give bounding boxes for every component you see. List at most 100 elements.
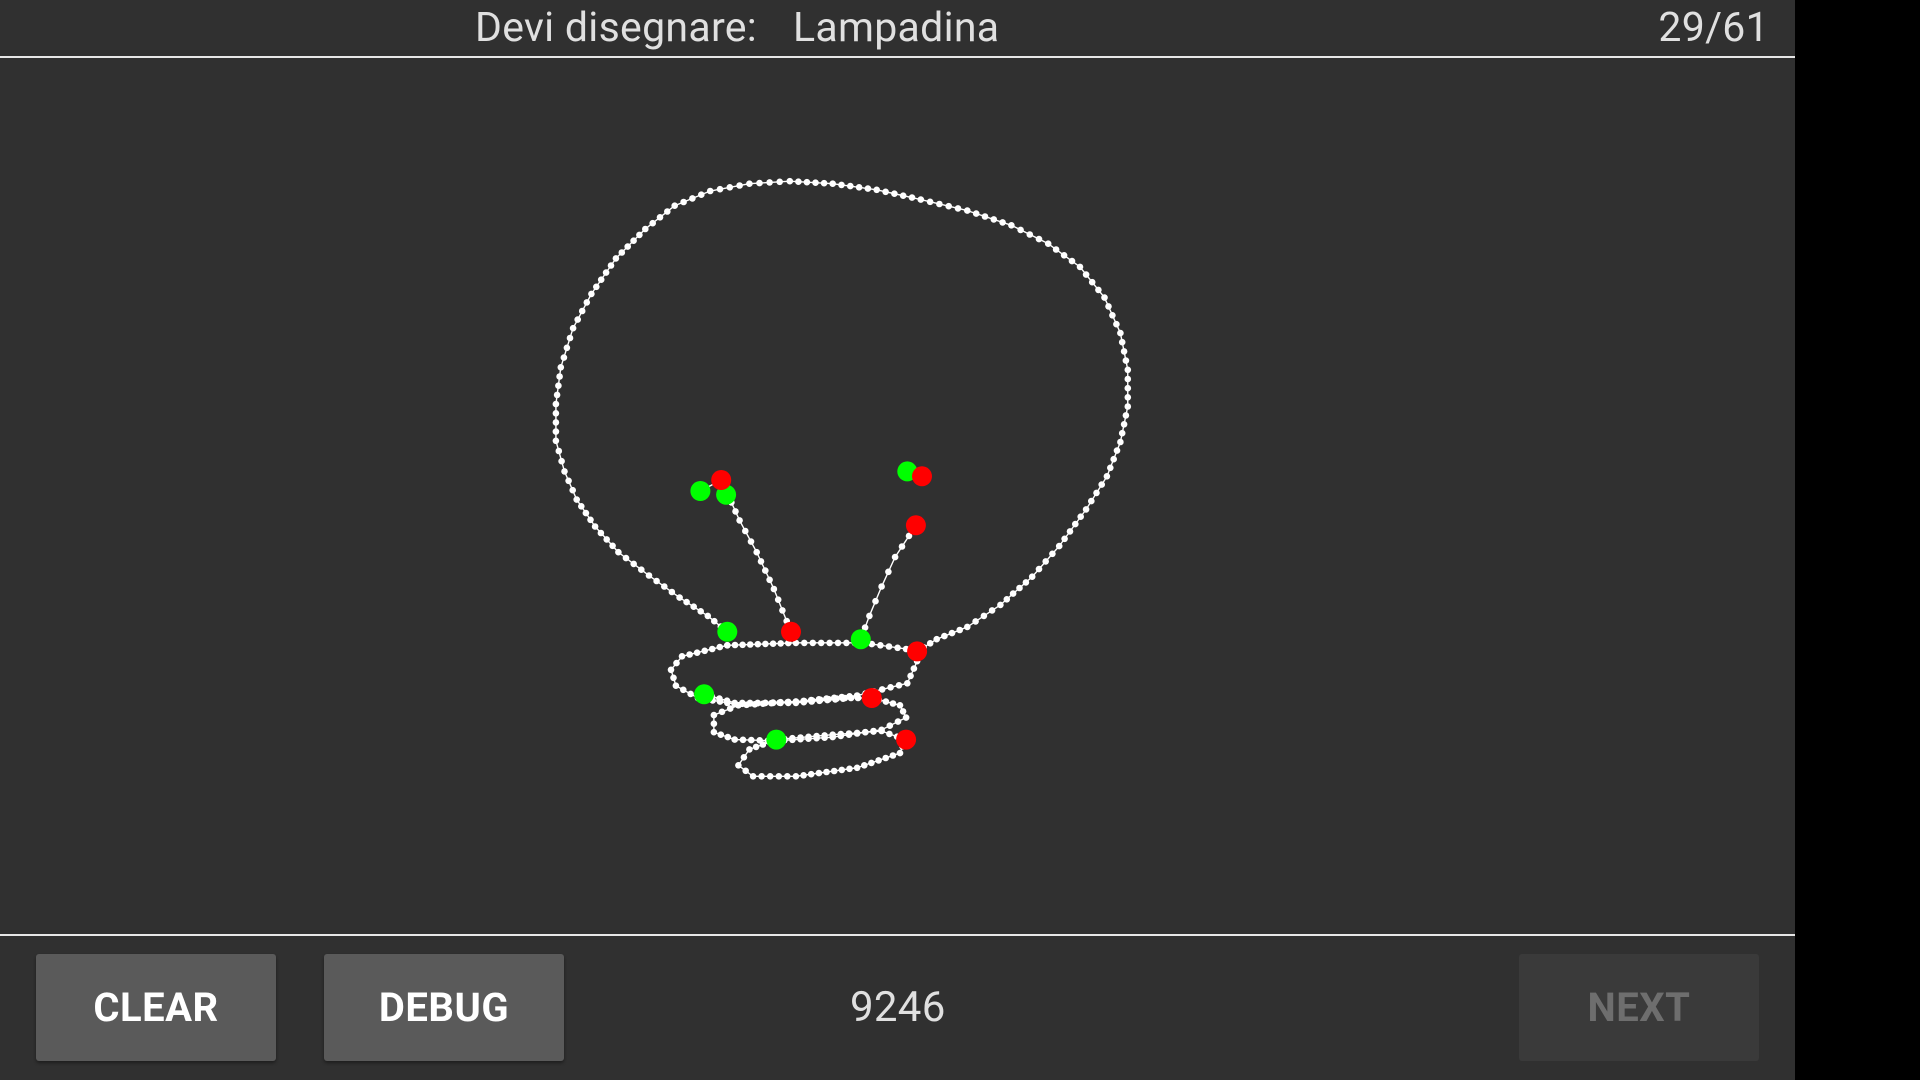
stroke-point bbox=[683, 598, 690, 606]
stroke-point bbox=[670, 674, 677, 682]
stroke-point bbox=[756, 179, 763, 187]
stroke-line bbox=[555, 180, 1129, 653]
stroke-point bbox=[1076, 263, 1084, 271]
stroke-point bbox=[603, 536, 610, 543]
stroke-point bbox=[899, 192, 907, 199]
stroke-point bbox=[753, 548, 760, 556]
stroke-point bbox=[693, 649, 701, 656]
stroke-point bbox=[717, 731, 725, 738]
stroke-point bbox=[1049, 550, 1056, 558]
next-button[interactable]: NEXT bbox=[1519, 954, 1759, 1061]
stroke-point bbox=[557, 364, 565, 371]
stroke-point bbox=[1044, 240, 1052, 247]
stroke-point bbox=[642, 225, 649, 233]
stroke-path bbox=[735, 727, 909, 780]
stroke-line bbox=[860, 524, 917, 640]
bottom-divider bbox=[0, 934, 1795, 936]
stroke-point bbox=[877, 642, 884, 649]
stroke-point bbox=[933, 635, 940, 643]
stroke-point bbox=[731, 736, 738, 743]
stroke-point bbox=[560, 354, 568, 361]
stroke-point bbox=[757, 558, 765, 565]
stroke-point bbox=[843, 639, 850, 647]
stroke-point bbox=[1008, 222, 1015, 229]
stroke-point bbox=[1009, 590, 1017, 597]
stroke-point bbox=[1003, 596, 1011, 603]
stroke-point bbox=[829, 180, 836, 187]
stroke-point bbox=[1117, 438, 1124, 446]
stroke-point bbox=[774, 596, 782, 603]
stroke-point bbox=[795, 178, 802, 185]
stroke-point bbox=[555, 382, 562, 390]
stroke-point bbox=[667, 666, 675, 674]
stroke-point bbox=[786, 177, 794, 185]
clear-button[interactable]: CLEAR bbox=[36, 954, 276, 1061]
stroke-point bbox=[553, 391, 561, 399]
stroke-point bbox=[671, 202, 678, 209]
stroke-point bbox=[735, 762, 742, 769]
stroke-point bbox=[878, 686, 886, 693]
stroke-point bbox=[910, 665, 918, 672]
drawing-canvas[interactable] bbox=[0, 58, 1795, 934]
stroke-point bbox=[573, 496, 580, 503]
stroke-point bbox=[941, 632, 948, 640]
stroke-point bbox=[678, 653, 686, 660]
stroke-point bbox=[716, 695, 723, 702]
debug-button[interactable]: DEBUG bbox=[324, 954, 564, 1061]
stroke-point bbox=[899, 708, 907, 715]
stroke-point bbox=[766, 179, 773, 186]
stroke-point bbox=[885, 568, 892, 576]
stroke-point bbox=[656, 214, 664, 221]
stroke-point bbox=[820, 179, 828, 187]
stroke-point bbox=[754, 640, 762, 648]
stroke-point bbox=[578, 307, 586, 315]
stroke-point bbox=[698, 191, 705, 198]
stroke-point bbox=[777, 640, 784, 647]
stroke-point bbox=[1124, 366, 1132, 374]
stroke-point bbox=[622, 554, 630, 562]
stroke-start-marker bbox=[850, 629, 871, 650]
stroke-point bbox=[1095, 286, 1102, 294]
stroke-point bbox=[878, 583, 885, 590]
stroke-point bbox=[1035, 235, 1043, 243]
stroke-end-marker bbox=[781, 621, 801, 642]
stroke-point bbox=[638, 566, 645, 573]
stroke-point bbox=[1113, 320, 1120, 328]
stroke-point bbox=[569, 486, 576, 494]
stroke-point bbox=[1077, 513, 1084, 520]
stroke-point bbox=[569, 324, 577, 332]
stroke-point bbox=[864, 185, 872, 192]
stroke-point bbox=[723, 697, 731, 704]
stroke-point bbox=[805, 733, 812, 741]
stroke-point bbox=[847, 182, 854, 190]
stroke-point bbox=[972, 210, 980, 217]
stroke-point bbox=[607, 262, 615, 269]
stroke-point bbox=[583, 299, 591, 306]
stroke-point bbox=[673, 659, 680, 667]
stroke-point bbox=[718, 708, 726, 716]
stroke-point bbox=[591, 523, 599, 530]
stroke-point bbox=[886, 722, 894, 729]
stroke-point bbox=[680, 198, 687, 206]
stroke-point bbox=[825, 695, 832, 703]
stroke-point bbox=[904, 680, 911, 687]
stroke-point bbox=[706, 187, 714, 195]
stroke-point bbox=[1124, 394, 1132, 401]
stroke-point bbox=[907, 672, 914, 680]
stroke-point bbox=[902, 714, 910, 721]
stroke-point bbox=[563, 344, 571, 352]
stroke-point bbox=[875, 757, 882, 764]
stroke-point bbox=[1068, 257, 1076, 265]
stroke-point bbox=[552, 410, 560, 417]
stroke-point bbox=[817, 696, 824, 704]
stroke-point bbox=[861, 762, 868, 769]
stroke-point bbox=[716, 643, 724, 651]
top-bar: Devi disegnare: Lampadina 29/61 bbox=[0, 0, 1795, 57]
stroke-point bbox=[746, 746, 753, 753]
stroke-point bbox=[776, 699, 783, 706]
stroke-point bbox=[561, 468, 568, 475]
stroke-path bbox=[724, 490, 795, 636]
stroke-point bbox=[615, 548, 622, 556]
stroke-point bbox=[1016, 584, 1023, 592]
stroke-point bbox=[792, 773, 800, 780]
